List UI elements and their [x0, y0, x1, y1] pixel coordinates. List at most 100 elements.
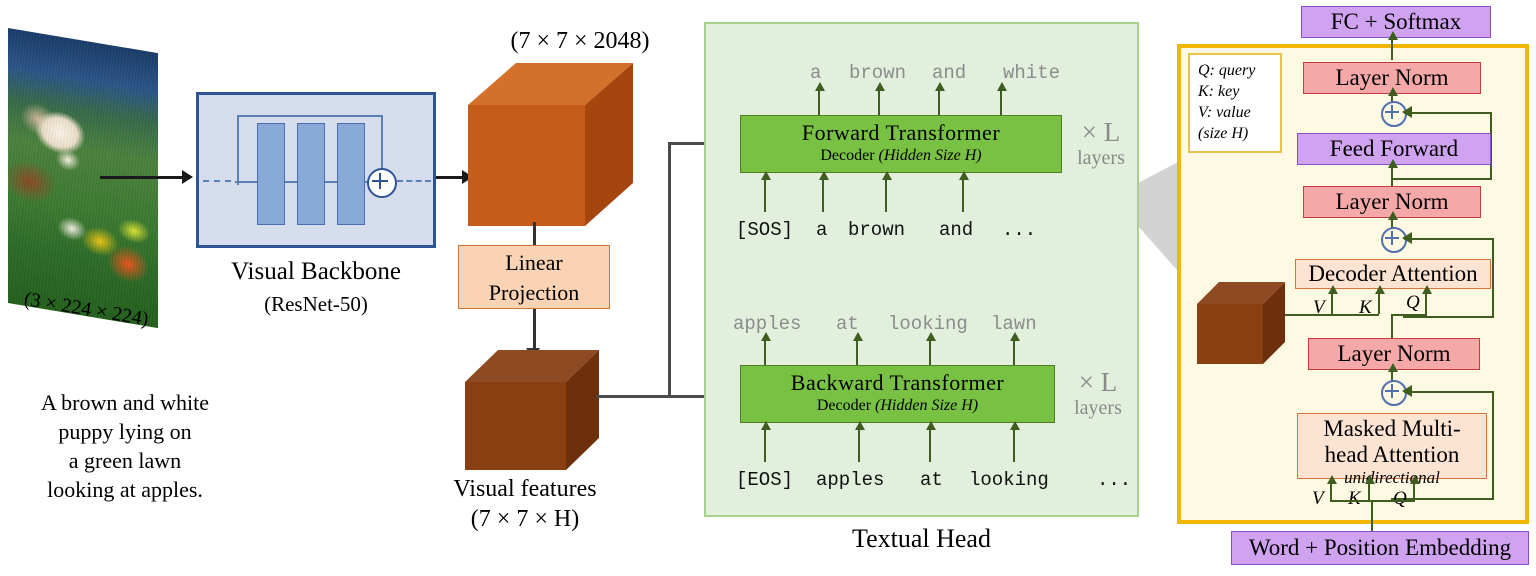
- backward-output-arrow: [926, 332, 936, 365]
- legend-line: K: key: [1198, 83, 1240, 100]
- masked-attention-box[interactable]: Masked Multi- head Attention unidirectio…: [1297, 413, 1487, 487]
- textual-head-panel: [704, 22, 1139, 517]
- forward-input-arrow: [882, 171, 892, 212]
- forward-input-arrow: [761, 171, 771, 212]
- resnet-feature-cube: [468, 63, 633, 226]
- decoder-q-label: Q: [1406, 292, 1420, 313]
- legend-box: Q: query K: key V: value (size H): [1188, 53, 1282, 153]
- residual-arrow-mid: [1402, 232, 1412, 244]
- forward-input-token: a: [816, 219, 828, 241]
- word-position-embedding-label: Word + Position Embedding: [1248, 535, 1512, 560]
- arrowhead-image-to-backbone: [182, 170, 193, 184]
- decoder-attention-box[interactable]: Decoder Attention: [1295, 259, 1491, 289]
- decoder-attention-label: Decoder Attention: [1308, 261, 1478, 286]
- backward-output-arrow: [853, 332, 863, 365]
- line-split-vertical: [668, 142, 671, 397]
- visual-features-line2: (7 × 7 × H): [470, 506, 580, 532]
- panel-visual-features-cube-svg: [1197, 282, 1285, 364]
- arrow-image-to-backbone: [100, 176, 182, 179]
- visual-backbone-label: Visual Backbone (ResNet-50): [180, 256, 452, 320]
- backward-input-token: at: [920, 469, 943, 491]
- backward-layer-multiplier: × L layers: [1062, 367, 1134, 420]
- forward-input-token: brown: [848, 219, 906, 241]
- backbone-dash-left: [203, 180, 231, 182]
- legend-line: Q: query: [1198, 62, 1256, 79]
- arrow-to-feed-forward: [1388, 159, 1398, 186]
- backward-hidden-size: (Hidden Size H): [875, 397, 979, 414]
- backbone-dash-right: [397, 180, 431, 182]
- linear-projection-line2: Projection: [488, 280, 580, 305]
- linear-projection-line1: Linear: [505, 250, 563, 275]
- legend-line: (size H): [1198, 125, 1249, 142]
- residual-line-top-h: [1404, 112, 1492, 114]
- forward-output-arrow: [875, 82, 885, 115]
- decoder-v-arrow: [1328, 285, 1338, 314]
- masked-attention-line1: Masked Multi-: [1323, 416, 1461, 441]
- backward-transformer-subtitle: Decoder (Hidden Size H): [741, 396, 1054, 415]
- caption-line: a green lawn: [68, 448, 182, 473]
- feed-forward-label: Feed Forward: [1329, 136, 1459, 161]
- linear-projection-box: Linear Projection: [458, 245, 610, 309]
- backward-output-arrow: [1010, 332, 1020, 365]
- visual-features-line1: Visual features: [453, 476, 597, 502]
- residual-arrow-bottom: [1402, 385, 1412, 397]
- line-linproj-to-features: [533, 309, 536, 351]
- masked-attention-line2: head Attention: [1324, 442, 1460, 467]
- visual-features-cube: [465, 350, 599, 470]
- caption-line: A brown and white: [40, 390, 210, 415]
- masked-q-label: Q: [1393, 488, 1407, 509]
- forward-multiplier-value: × L: [1081, 117, 1121, 147]
- forward-input-token: and: [939, 219, 974, 241]
- backward-decoder-word: Decoder: [816, 397, 876, 414]
- backward-input-arrow: [926, 421, 936, 462]
- decoder-q-down: [1391, 314, 1393, 340]
- backward-input-arrow: [855, 421, 865, 462]
- backbone-residual-add-icon: [367, 168, 397, 198]
- textual-head-label: Textual Head: [852, 524, 991, 553]
- legend-line: V: value: [1198, 104, 1251, 121]
- residual-line-top-tap: [1391, 178, 1492, 180]
- residual-line-mid-tap: [1403, 316, 1494, 318]
- caption-line: puppy lying on: [58, 419, 192, 444]
- forward-output-token: white: [1003, 62, 1061, 84]
- arrow-to-fc-softmax: [1388, 31, 1398, 60]
- forward-output-token: a: [810, 62, 822, 84]
- backward-input-token: looking: [969, 469, 1049, 491]
- forward-output-token: brown: [849, 62, 907, 84]
- forward-output-arrow: [815, 82, 825, 115]
- forward-multiplier-label: layers: [1077, 147, 1125, 169]
- backward-input-token: ...: [1097, 469, 1132, 491]
- resnet-feature-cube-svg: [468, 63, 633, 226]
- caption-line: looking at apples.: [47, 477, 203, 502]
- caption-text: A brown and white puppy lying on a green…: [0, 388, 250, 504]
- backward-input-arrow: [761, 421, 771, 462]
- forward-input-arrow: [819, 171, 829, 212]
- panel-visual-features-cube: [1197, 282, 1285, 364]
- decoder-k-arrow: [1375, 285, 1385, 314]
- forward-hidden-size: (Hidden Size H): [878, 147, 982, 164]
- backward-multiplier-value: × L: [1078, 367, 1118, 397]
- forward-output-arrow: [935, 82, 945, 115]
- backbone-conv-block: [297, 123, 325, 225]
- backward-output-arrow: [761, 332, 771, 365]
- forward-transformer-box[interactable]: Forward Transformer Decoder (Hidden Size…: [740, 115, 1062, 173]
- decoder-q-join: [1391, 314, 1427, 316]
- backward-transformer-box[interactable]: Backward Transformer Decoder (Hidden Siz…: [740, 365, 1055, 423]
- forward-decoder-word: Decoder: [820, 147, 879, 164]
- masked-k-label: K: [1348, 488, 1361, 509]
- forward-input-token: ...: [1002, 219, 1037, 241]
- line-cube-to-linproj: [533, 222, 536, 246]
- residual-arrow-top: [1402, 106, 1412, 118]
- backward-multiplier-label: layers: [1074, 397, 1122, 419]
- forward-output-arrow: [997, 82, 1007, 115]
- big-cube-dimension-label: (7 × 7 × 2048): [510, 28, 650, 54]
- backbone-conv-block: [337, 123, 365, 225]
- visual-backbone-title: Visual Backbone: [231, 258, 401, 285]
- visual-backbone-subtitle: (ResNet-50): [264, 292, 368, 316]
- backward-input-arrow: [1010, 421, 1020, 462]
- residual-line-mid-v: [1492, 238, 1494, 318]
- visual-features-label: Visual features (7 × 7 × H): [420, 474, 630, 534]
- word-position-embedding-box[interactable]: Word + Position Embedding: [1231, 531, 1529, 565]
- backbone-conv-block: [257, 123, 285, 225]
- visual-features-cube-svg: [465, 350, 599, 470]
